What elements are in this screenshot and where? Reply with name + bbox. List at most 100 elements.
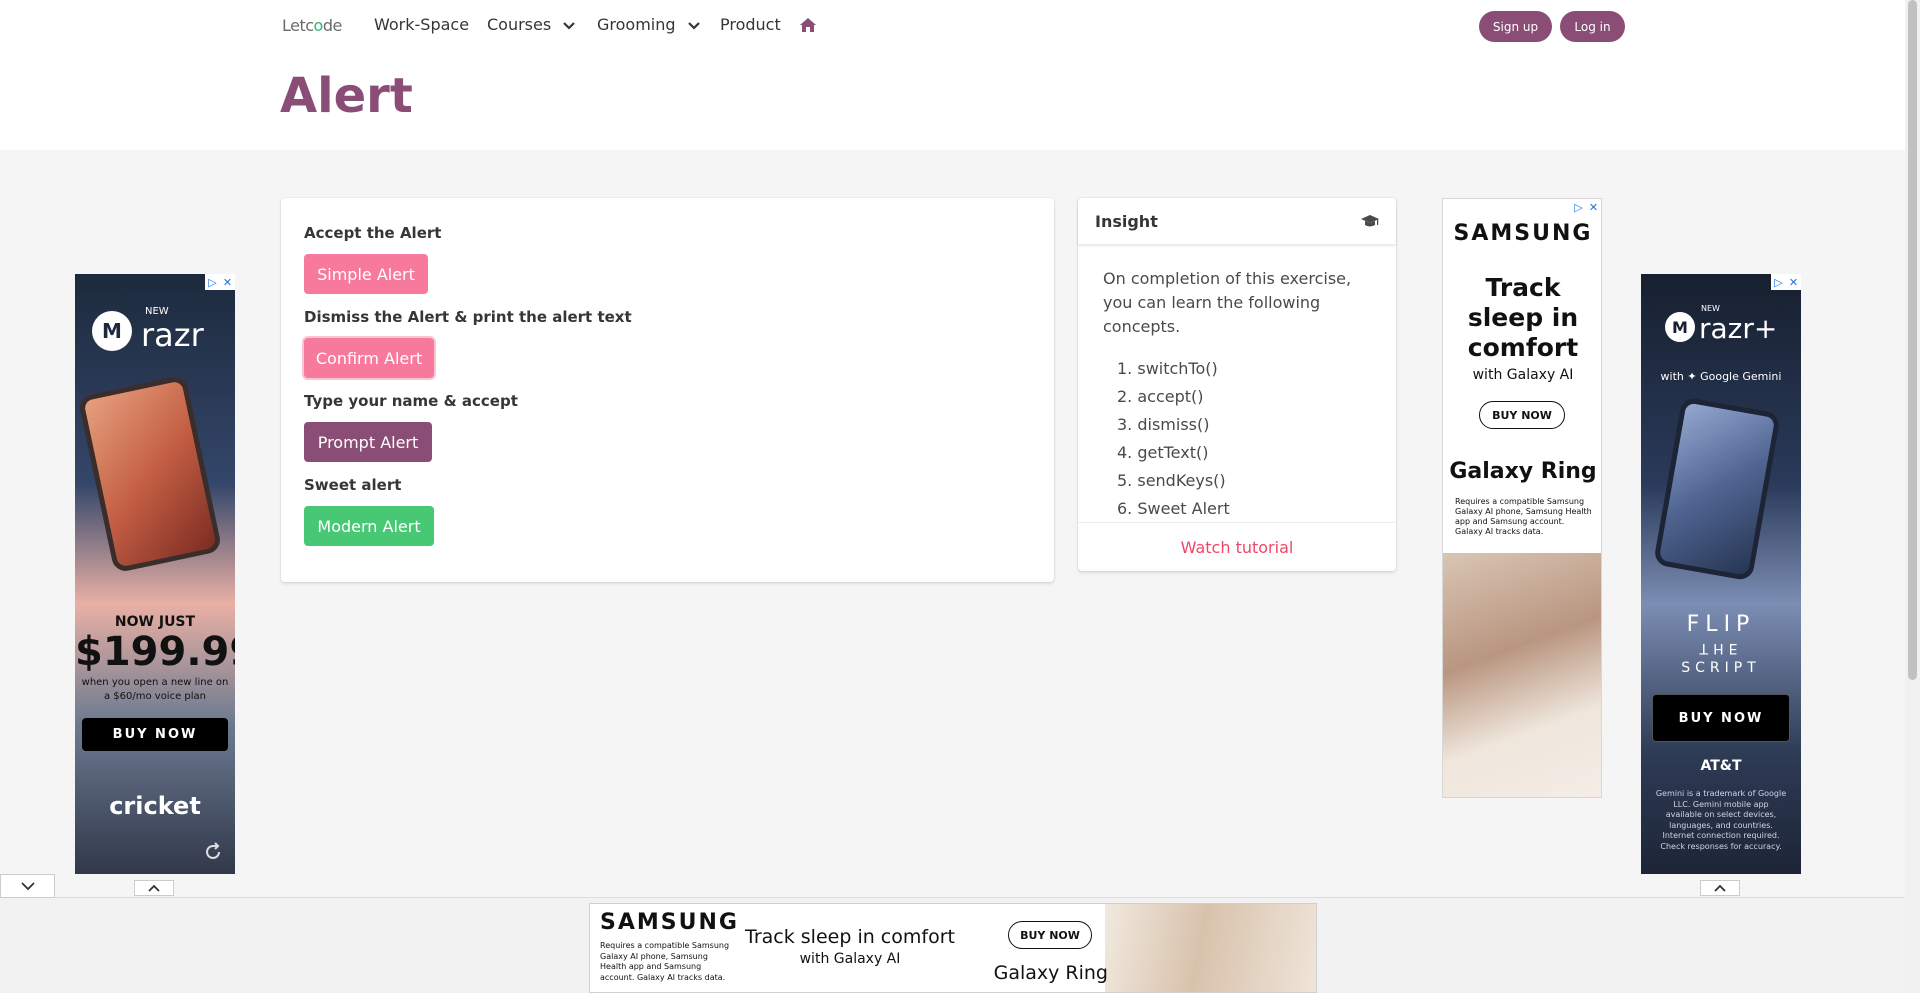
- login-button[interactable]: Log in: [1560, 11, 1625, 42]
- ad-text: available on select devices,: [1665, 810, 1777, 819]
- ad-text: account. Galaxy AI tracks data.: [600, 972, 726, 982]
- ad-text: with Galaxy AI: [799, 951, 901, 967]
- nav-label: Courses: [487, 15, 552, 34]
- ad-bottom-samsung[interactable]: ▷✕ SAMSUNG Requires a compatible Samsung…: [589, 903, 1317, 993]
- insight-card: Insight On completion of this exercise, …: [1078, 198, 1396, 571]
- phone-image: [77, 374, 223, 574]
- scrollbar-thumb[interactable]: [1908, 0, 1917, 680]
- graduation-cap-icon: [1361, 215, 1379, 227]
- signup-button[interactable]: Sign up: [1479, 11, 1552, 42]
- ad-text: app and Samsung account.: [1455, 517, 1565, 526]
- chevron-up-icon: [1714, 884, 1726, 892]
- brand-logo[interactable]: Letcode: [282, 16, 342, 35]
- list-item: 2. accept(): [1117, 387, 1204, 406]
- ad-text: THE: [1699, 640, 1743, 656]
- ad-close-controls[interactable]: ▷✕: [1571, 199, 1601, 215]
- list-item: 1. switchTo(): [1117, 359, 1218, 378]
- alert-card: Accept the Alert Simple Alert Dismiss th…: [281, 198, 1054, 582]
- watch-tutorial-link[interactable]: Watch tutorial: [1078, 522, 1396, 571]
- ad-text: Requires a compatible Samsung: [1455, 497, 1585, 506]
- anchor-collapse-button[interactable]: [0, 874, 55, 898]
- ad-right-razr-plus[interactable]: ▷ ✕ M NEW razr+ with ✦ Google Gemini FLIP…: [1641, 274, 1801, 874]
- insight-header: Insight: [1078, 198, 1396, 245]
- ad-close-controls[interactable]: ▷✕: [1771, 274, 1801, 290]
- ad-info-icon[interactable]: ▷: [1571, 199, 1586, 215]
- section-label: Type your name & accept: [304, 392, 518, 410]
- phone-image: [1652, 396, 1782, 582]
- top-navbar: Letcode Work-Space Courses Grooming Prod…: [0, 0, 1905, 52]
- ad-close-icon[interactable]: ✕: [220, 274, 235, 290]
- page-scrollbar[interactable]: [1905, 0, 1920, 993]
- motorola-logo-icon: M: [92, 311, 132, 351]
- ad-product: Galaxy Ring: [993, 962, 1108, 984]
- ad-close-controls[interactable]: ▷✕: [205, 274, 235, 290]
- ad-left-razr[interactable]: ▷✕ M NEW razr NOW JUST $199.99 when you …: [75, 274, 235, 874]
- list-item: 4. getText(): [1117, 443, 1209, 462]
- brand-text-end: de: [322, 16, 343, 35]
- nav-label: Grooming: [597, 15, 676, 34]
- nav-item-product[interactable]: Product: [720, 15, 781, 34]
- ad-text: Galaxy AI tracks data.: [1455, 527, 1544, 536]
- brand-text: Letc: [282, 16, 314, 35]
- concepts-list: 1. switchTo() 2. accept() 3. dismiss() 4…: [1103, 355, 1372, 523]
- home-icon[interactable]: [799, 17, 817, 33]
- ad-close-icon[interactable]: ✕: [1786, 274, 1801, 290]
- ad-brand: razr: [141, 316, 204, 354]
- ad-middle-samsung[interactable]: ▷ ✕ SAMSUNG Track sleep in comfort with G…: [1442, 198, 1602, 798]
- ad-headline: Track: [1485, 273, 1561, 302]
- ad-text: with Galaxy AI: [1472, 367, 1574, 383]
- ad-collapse-tab[interactable]: [134, 880, 174, 896]
- insight-intro: On completion of this exercise, you can …: [1103, 269, 1352, 336]
- nav-item-courses[interactable]: Courses: [487, 15, 577, 34]
- prompt-alert-button[interactable]: Prompt Alert: [304, 422, 432, 462]
- nav-label: Work-Space: [374, 15, 470, 34]
- ad-text: languages, and countries.: [1669, 820, 1773, 830]
- list-item: 6. Sweet Alert: [1117, 499, 1230, 518]
- list-item: 3. dismiss(): [1117, 415, 1210, 434]
- ad-close-icon[interactable]: ✕: [1586, 199, 1601, 215]
- motorola-logo-icon: M: [1665, 312, 1695, 342]
- ad-brand: SAMSUNG: [1453, 221, 1593, 246]
- ad-text: Galaxy AI phone, Samsung Health: [1455, 507, 1592, 516]
- ad-buy-button[interactable]: BUY NOW: [1479, 401, 1565, 429]
- ad-text: FLIP: [1686, 612, 1756, 637]
- ad-photo: [1105, 904, 1316, 992]
- ad-headline: sleep in: [1467, 303, 1579, 332]
- nav-item-grooming[interactable]: Grooming: [597, 15, 702, 34]
- ad-brand: razr+: [1699, 312, 1778, 345]
- ad-info-icon[interactable]: ▷: [205, 274, 220, 290]
- section-label: Dismiss the Alert & print the alert text: [304, 308, 632, 326]
- page-header: Alert: [0, 52, 1905, 150]
- ad-collapse-tab[interactable]: [1700, 880, 1740, 896]
- ad-text: Requires a compatible Samsung: [600, 941, 730, 950]
- ad-buy-button[interactable]: BUY NOW: [1652, 694, 1790, 742]
- page-title: Alert: [280, 68, 413, 124]
- ad-text: LLC. Gemini mobile app: [1673, 799, 1769, 809]
- ad-buy-button[interactable]: BUY NOW: [82, 718, 228, 751]
- ad-buy-button[interactable]: BUY NOW: [1008, 921, 1092, 949]
- modern-alert-button[interactable]: Modern Alert: [304, 506, 434, 546]
- nav-item-workspace[interactable]: Work-Space: [374, 15, 469, 34]
- ad-text: a $60/mo voice plan: [103, 691, 207, 702]
- ad-text: SCRIPT: [1681, 660, 1761, 676]
- nav-label: Product: [720, 15, 781, 34]
- confirm-alert-button[interactable]: Confirm Alert: [304, 338, 434, 378]
- replay-icon[interactable]: [203, 842, 223, 862]
- ad-fine-print: Gemini is a trademark of Google LLC. Gem…: [1641, 789, 1801, 852]
- ad-text: Check responses for accuracy.: [1660, 841, 1782, 851]
- ad-product: Galaxy Ring: [1449, 459, 1597, 484]
- ad-headline: comfort: [1467, 333, 1579, 362]
- simple-alert-button[interactable]: Simple Alert: [304, 254, 428, 294]
- ad-text: Health app and Samsung: [600, 962, 702, 971]
- list-item: 5. sendKeys(): [1117, 471, 1226, 490]
- ad-brand: SAMSUNG: [600, 910, 739, 935]
- brand-accent: o: [313, 16, 324, 35]
- chevron-up-icon: [148, 884, 160, 892]
- ad-fine-print: Requires a compatible Samsung Galaxy AI …: [1455, 497, 1592, 537]
- insight-body: On completion of this exercise, you can …: [1078, 245, 1396, 523]
- ad-text: Internet connection required.: [1662, 831, 1780, 840]
- chevron-down-icon: [563, 21, 575, 30]
- ad-brand: AT&T: [1700, 758, 1742, 774]
- ad-price: $199.99: [75, 629, 235, 675]
- ad-info-icon[interactable]: ▷: [1771, 274, 1786, 290]
